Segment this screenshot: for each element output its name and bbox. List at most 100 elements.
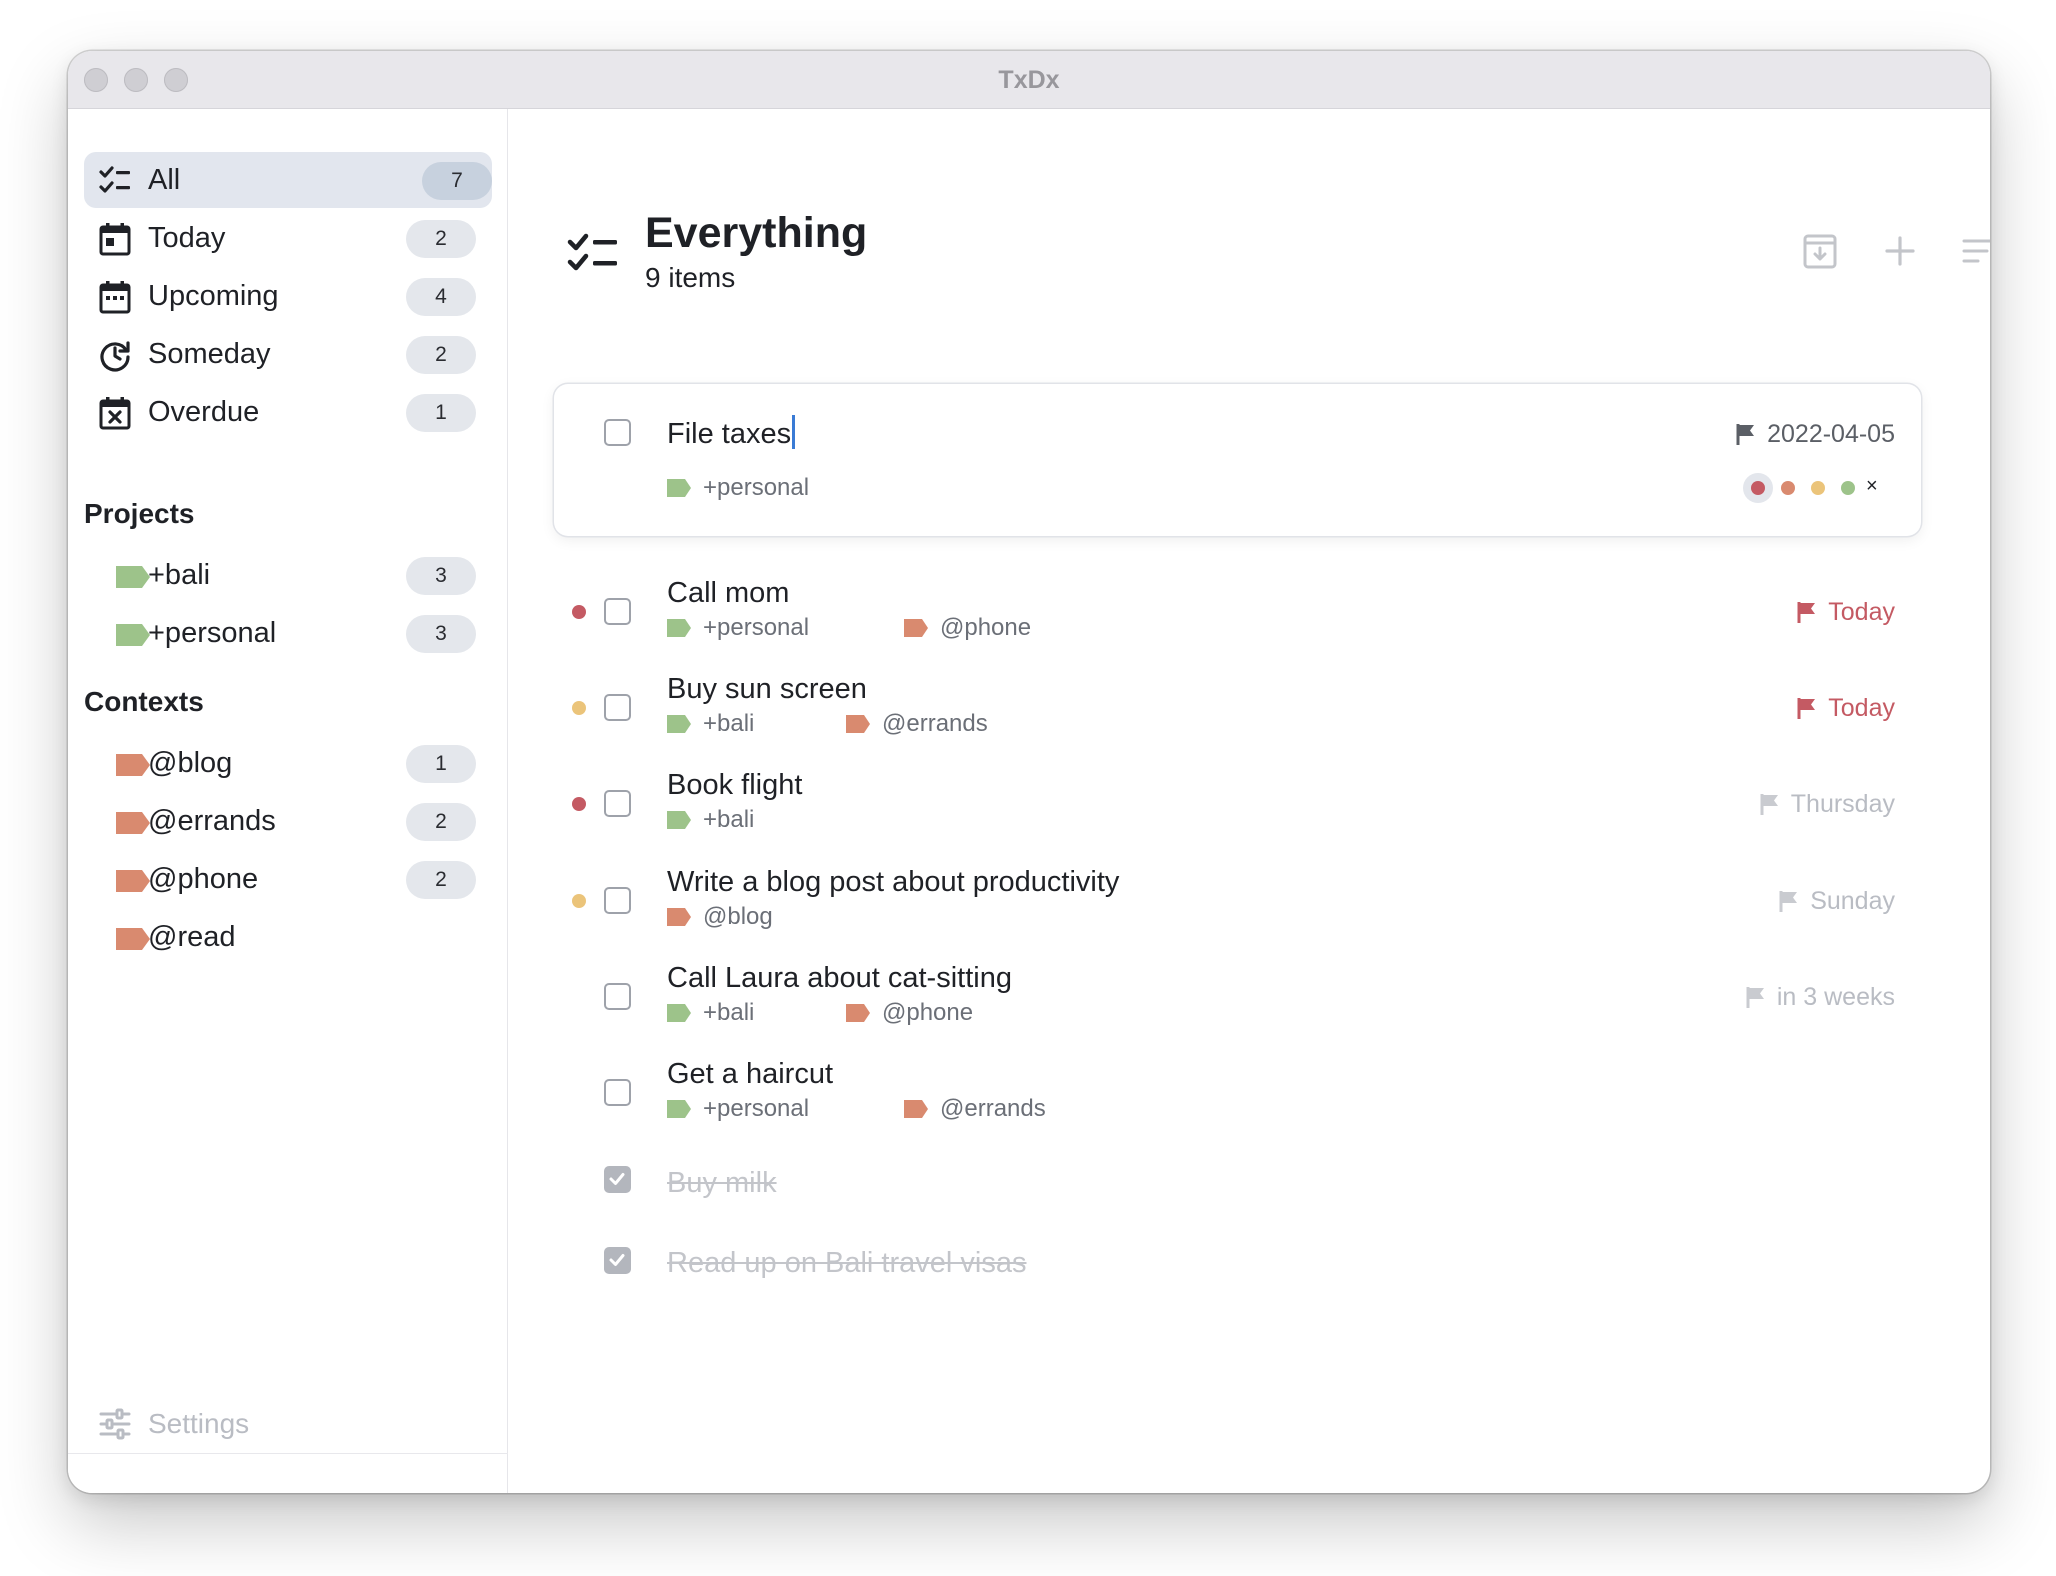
clear-priority-icon[interactable]: × bbox=[1866, 475, 1878, 498]
sidebar-item-context-read[interactable]: @read bbox=[84, 909, 492, 965]
sidebar-item-label: Upcoming bbox=[148, 280, 279, 312]
due-date[interactable]: Today bbox=[1797, 597, 1895, 627]
sidebar-item-all[interactable]: All 7 bbox=[84, 152, 492, 208]
context-tag[interactable]: @blog bbox=[667, 903, 773, 930]
checklist-icon bbox=[567, 231, 619, 275]
context-tag[interactable]: @errands bbox=[846, 710, 988, 737]
sidebar-item-project-bali[interactable]: +bali 3 bbox=[84, 547, 492, 603]
calendar-upcoming-icon bbox=[98, 280, 132, 314]
due-date-label: Sunday bbox=[1810, 886, 1895, 915]
task-title[interactable]: Write a blog post about productivity bbox=[667, 866, 1119, 899]
context-tag[interactable]: @errands bbox=[904, 1095, 1046, 1122]
task-title-completed[interactable]: Read up on Bali travel visas bbox=[667, 1247, 1026, 1280]
project-tag[interactable]: +personal bbox=[667, 614, 810, 641]
plus-icon bbox=[1885, 236, 1915, 266]
priority-dot bbox=[572, 894, 586, 908]
tag-icon bbox=[904, 1100, 928, 1118]
sidebar-item-context-errands[interactable]: @errands 2 bbox=[84, 793, 492, 849]
due-date-label: in 3 weeks bbox=[1776, 982, 1895, 1011]
task-checkbox[interactable] bbox=[604, 419, 631, 446]
archive-button[interactable] bbox=[1800, 231, 1840, 271]
task-title-completed[interactable]: Buy milk bbox=[667, 1167, 777, 1200]
project-tag[interactable]: +personal bbox=[667, 474, 809, 501]
tag-label: @phone bbox=[940, 614, 1032, 641]
sidebar-footer bbox=[68, 1453, 508, 1493]
settings-button[interactable]: Settings bbox=[98, 1404, 249, 1444]
due-date-label: 2022-04-05 bbox=[1767, 419, 1895, 448]
tag-label: @phone bbox=[882, 999, 974, 1026]
tag-label: @blog bbox=[703, 903, 773, 930]
task-title[interactable]: Buy sun screen bbox=[667, 673, 867, 706]
priority-orange-option[interactable] bbox=[1781, 481, 1795, 495]
due-date[interactable]: in 3 weeks bbox=[1746, 982, 1895, 1012]
sidebar-item-project-personal[interactable]: +personal 3 bbox=[84, 605, 492, 661]
task-checkbox[interactable] bbox=[604, 694, 631, 721]
add-task-button[interactable] bbox=[1880, 231, 1920, 271]
flag-icon bbox=[1736, 424, 1755, 445]
count-badge: 2 bbox=[406, 336, 476, 374]
tag-icon bbox=[667, 1004, 691, 1022]
priority-green-option[interactable] bbox=[1841, 481, 1855, 495]
task-checkbox[interactable] bbox=[604, 887, 631, 914]
sidebar-item-someday[interactable]: Someday 2 bbox=[84, 326, 492, 382]
checkmark-icon bbox=[609, 1254, 625, 1266]
sidebar-item-today[interactable]: Today 2 bbox=[84, 210, 492, 266]
task-title[interactable]: Call mom bbox=[667, 577, 789, 610]
sidebar-item-label: +personal bbox=[148, 617, 277, 649]
sidebar-item-label: @blog bbox=[148, 747, 233, 779]
task-title[interactable]: Call Laura about cat-sitting bbox=[667, 962, 1012, 995]
task-checkbox-checked[interactable] bbox=[604, 1166, 631, 1193]
tag-icon bbox=[667, 811, 691, 829]
flag-icon bbox=[1760, 794, 1778, 815]
context-tag[interactable]: @phone bbox=[846, 999, 974, 1026]
checklist-icon bbox=[98, 164, 132, 198]
tag-label: +personal bbox=[703, 614, 810, 641]
checkmark-icon bbox=[609, 1173, 625, 1185]
project-tag[interactable]: +bali bbox=[667, 710, 754, 737]
flag-icon bbox=[1746, 987, 1764, 1008]
task-title-input[interactable]: File taxes bbox=[667, 415, 795, 451]
priority-red-option[interactable] bbox=[1751, 481, 1765, 495]
tag-icon bbox=[846, 1004, 870, 1022]
sidebar-item-context-phone[interactable]: @phone 2 bbox=[84, 851, 492, 907]
task-title[interactable]: Get a haircut bbox=[667, 1058, 833, 1091]
due-date-label: Today bbox=[1828, 693, 1895, 722]
item-count: 9 items bbox=[645, 262, 736, 293]
sidebar-item-overdue[interactable]: Overdue 1 bbox=[84, 384, 492, 440]
title-bar[interactable]: TxDx bbox=[68, 51, 1990, 109]
priority-yellow-option[interactable] bbox=[1811, 481, 1825, 495]
sidebar-item-context-blog[interactable]: @blog 1 bbox=[84, 735, 492, 791]
due-date[interactable]: Thursday bbox=[1760, 789, 1895, 819]
task-checkbox-checked[interactable] bbox=[604, 1247, 631, 1274]
sort-icon bbox=[1962, 239, 1990, 263]
task-checkbox[interactable] bbox=[604, 1079, 631, 1106]
context-tag[interactable]: @phone bbox=[904, 614, 1032, 641]
task-checkbox[interactable] bbox=[604, 790, 631, 817]
count-badge: 1 bbox=[406, 394, 476, 432]
sidebar-item-upcoming[interactable]: Upcoming 4 bbox=[84, 268, 492, 324]
sort-button[interactable] bbox=[1960, 231, 1990, 271]
text-caret bbox=[792, 415, 795, 449]
sidebar-item-label: All bbox=[148, 164, 181, 196]
project-tag[interactable]: +bali bbox=[667, 999, 754, 1026]
priority-dot bbox=[572, 797, 586, 811]
tag-icon bbox=[116, 624, 150, 646]
archive-icon bbox=[1803, 234, 1837, 269]
task-checkbox[interactable] bbox=[604, 598, 631, 625]
task-editor-card: File taxes +personal 2022-04-05 × bbox=[554, 384, 1921, 536]
due-date[interactable]: 2022-04-05 bbox=[1736, 419, 1895, 449]
due-date[interactable]: Today bbox=[1797, 693, 1895, 723]
task-title[interactable]: Book flight bbox=[667, 769, 802, 802]
task-checkbox[interactable] bbox=[604, 983, 631, 1010]
due-date[interactable]: Sunday bbox=[1779, 886, 1895, 916]
flag-icon bbox=[1779, 891, 1798, 912]
count-badge: 2 bbox=[406, 803, 476, 841]
tag-icon bbox=[116, 566, 150, 588]
count-badge: 2 bbox=[406, 861, 476, 899]
tag-icon bbox=[116, 928, 150, 950]
settings-label: Settings bbox=[148, 1408, 250, 1439]
contexts-heading: Contexts bbox=[84, 686, 204, 717]
count-badge: 3 bbox=[406, 615, 476, 653]
project-tag[interactable]: +bali bbox=[667, 806, 754, 833]
project-tag[interactable]: +personal bbox=[667, 1095, 809, 1122]
